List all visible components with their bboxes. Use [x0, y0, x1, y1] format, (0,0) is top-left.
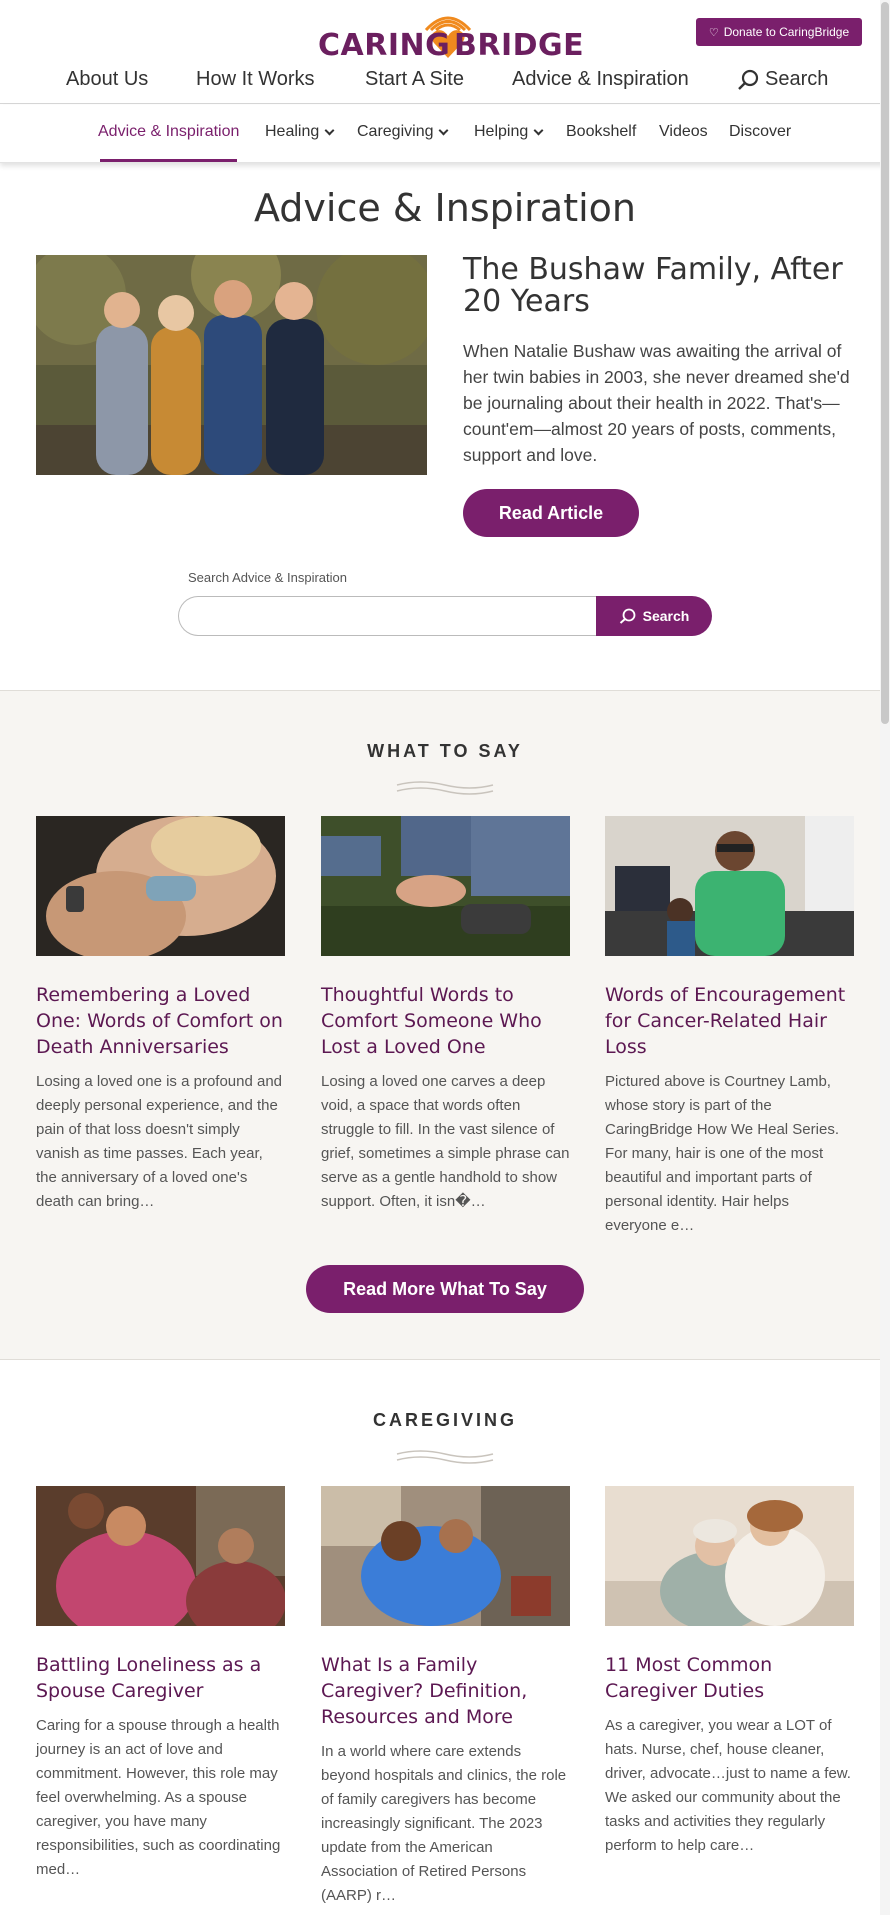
article-card[interactable]: 11 Most Common Caregiver Duties As a car… [605, 1486, 854, 1858]
hero-description: When Natalie Bushaw was awaiting the arr… [463, 341, 850, 465]
swoosh-divider-icon [396, 781, 494, 795]
donate-button[interactable]: ♡ Donate to CaringBridge [696, 18, 862, 46]
card-image[interactable] [321, 1486, 570, 1626]
section-title: WHAT TO SAY [367, 741, 523, 761]
nav-advice-inspiration[interactable]: Advice & Inspiration [512, 68, 689, 91]
card-title[interactable]: 11 Most Common Caregiver Duties [605, 1652, 854, 1704]
search-input[interactable] [178, 596, 598, 636]
card-title[interactable]: Words of Encouragement for Cancer-Relate… [605, 982, 854, 1060]
card-title[interactable]: Thoughtful Words to Comfort Someone Who … [321, 982, 570, 1060]
subnav-videos[interactable]: Videos [659, 123, 708, 141]
card-description: In a world where care extends beyond hos… [321, 1743, 567, 1904]
section-title: CAREGIVING [372, 1410, 517, 1430]
article-card[interactable]: What Is a Family Caregiver? Definition, … [321, 1486, 570, 1908]
subnav-label: Advice & Inspiration [98, 123, 240, 140]
read-article-button[interactable]: Read Article [463, 489, 639, 537]
read-more-what-to-say-button[interactable]: Read More What To Say [306, 1265, 584, 1313]
search-label: Search Advice & Inspiration [188, 570, 347, 585]
card-image[interactable] [605, 816, 854, 956]
caringbridge-logo[interactable]: CARING BRIDGE [318, 8, 584, 64]
card-description: Losing a loved one carves a deep void, a… [321, 1073, 570, 1210]
site-header: CARING BRIDGE ♡ Donate to CaringBridge A… [0, 0, 890, 104]
nav-search[interactable]: Search [737, 68, 828, 91]
search-button-label: Search [642, 608, 690, 624]
sub-nav: Advice & Inspiration Healing Caregiving … [0, 105, 890, 163]
logo-text-bridge: BRIDGE [454, 28, 585, 63]
search-button[interactable]: Search [596, 596, 712, 636]
search-icon [619, 608, 636, 624]
subnav-label: Caregiving [357, 123, 434, 140]
article-card[interactable]: Battling Loneliness as a Spouse Caregive… [36, 1486, 285, 1882]
card-description: Losing a loved one is a profound and dee… [36, 1073, 283, 1210]
main-nav: About Us How It Works Start A Site Advic… [0, 62, 890, 98]
nav-search-label: Search [765, 68, 829, 90]
nav-about-us[interactable]: About Us [66, 68, 148, 91]
subnav-caregiving[interactable]: Caregiving [357, 123, 449, 141]
nav-how-it-works[interactable]: How It Works [196, 68, 315, 91]
subnav-label: Bookshelf [566, 123, 637, 140]
subnav-bookshelf[interactable]: Bookshelf [566, 123, 636, 141]
nav-start-a-site[interactable]: Start A Site [365, 68, 464, 91]
card-description: As a caregiver, you wear a LOT of hats. … [605, 1717, 851, 1854]
chevron-down-icon [533, 125, 544, 135]
subnav-label: Videos [659, 123, 708, 140]
article-card[interactable]: Thoughtful Words to Comfort Someone Who … [321, 816, 570, 1214]
swoosh-divider-icon [396, 1450, 494, 1464]
card-title[interactable]: Battling Loneliness as a Spouse Caregive… [36, 1652, 285, 1704]
card-image[interactable] [36, 816, 285, 956]
subnav-helping[interactable]: Helping [474, 123, 544, 141]
chevron-down-icon [324, 125, 335, 135]
subnav-label: Healing [265, 123, 320, 140]
hero-title[interactable]: The Bushaw Family, After 20 Years [463, 254, 863, 318]
chevron-down-icon [439, 125, 449, 135]
active-tab-underline [100, 159, 237, 162]
hero-image[interactable] [36, 255, 427, 475]
subnav-discover[interactable]: Discover [729, 123, 791, 141]
page-title: Advice & Inspiration [253, 186, 637, 230]
article-card[interactable]: Words of Encouragement for Cancer-Relate… [605, 816, 854, 1238]
donate-label: Donate to CaringBridge [723, 25, 850, 39]
card-description: Caring for a spouse through a health jou… [36, 1717, 281, 1878]
logo-text-caring: CARING [318, 28, 451, 63]
subnav-healing[interactable]: Healing [265, 123, 335, 141]
card-title[interactable]: What Is a Family Caregiver? Definition, … [321, 1652, 570, 1730]
subnav-label: Helping [474, 123, 529, 140]
card-image[interactable] [321, 816, 570, 956]
scrollbar-thumb[interactable] [881, 2, 889, 724]
article-card[interactable]: Remembering a Loved One: Words of Comfor… [36, 816, 285, 1214]
subnav-advice-inspiration[interactable]: Advice & Inspiration [98, 123, 239, 141]
card-image[interactable] [36, 1486, 285, 1626]
search-icon [738, 69, 759, 90]
what-to-say-section: WHAT TO SAY Remembering a Loved One: Wor… [0, 690, 890, 1360]
card-image[interactable] [605, 1486, 854, 1626]
subnav-label: Discover [729, 123, 792, 140]
card-title[interactable]: Remembering a Loved One: Words of Comfor… [36, 982, 285, 1060]
heart-icon: ♡ [708, 26, 719, 39]
card-description: Pictured above is Courtney Lamb, whose s… [605, 1073, 839, 1234]
